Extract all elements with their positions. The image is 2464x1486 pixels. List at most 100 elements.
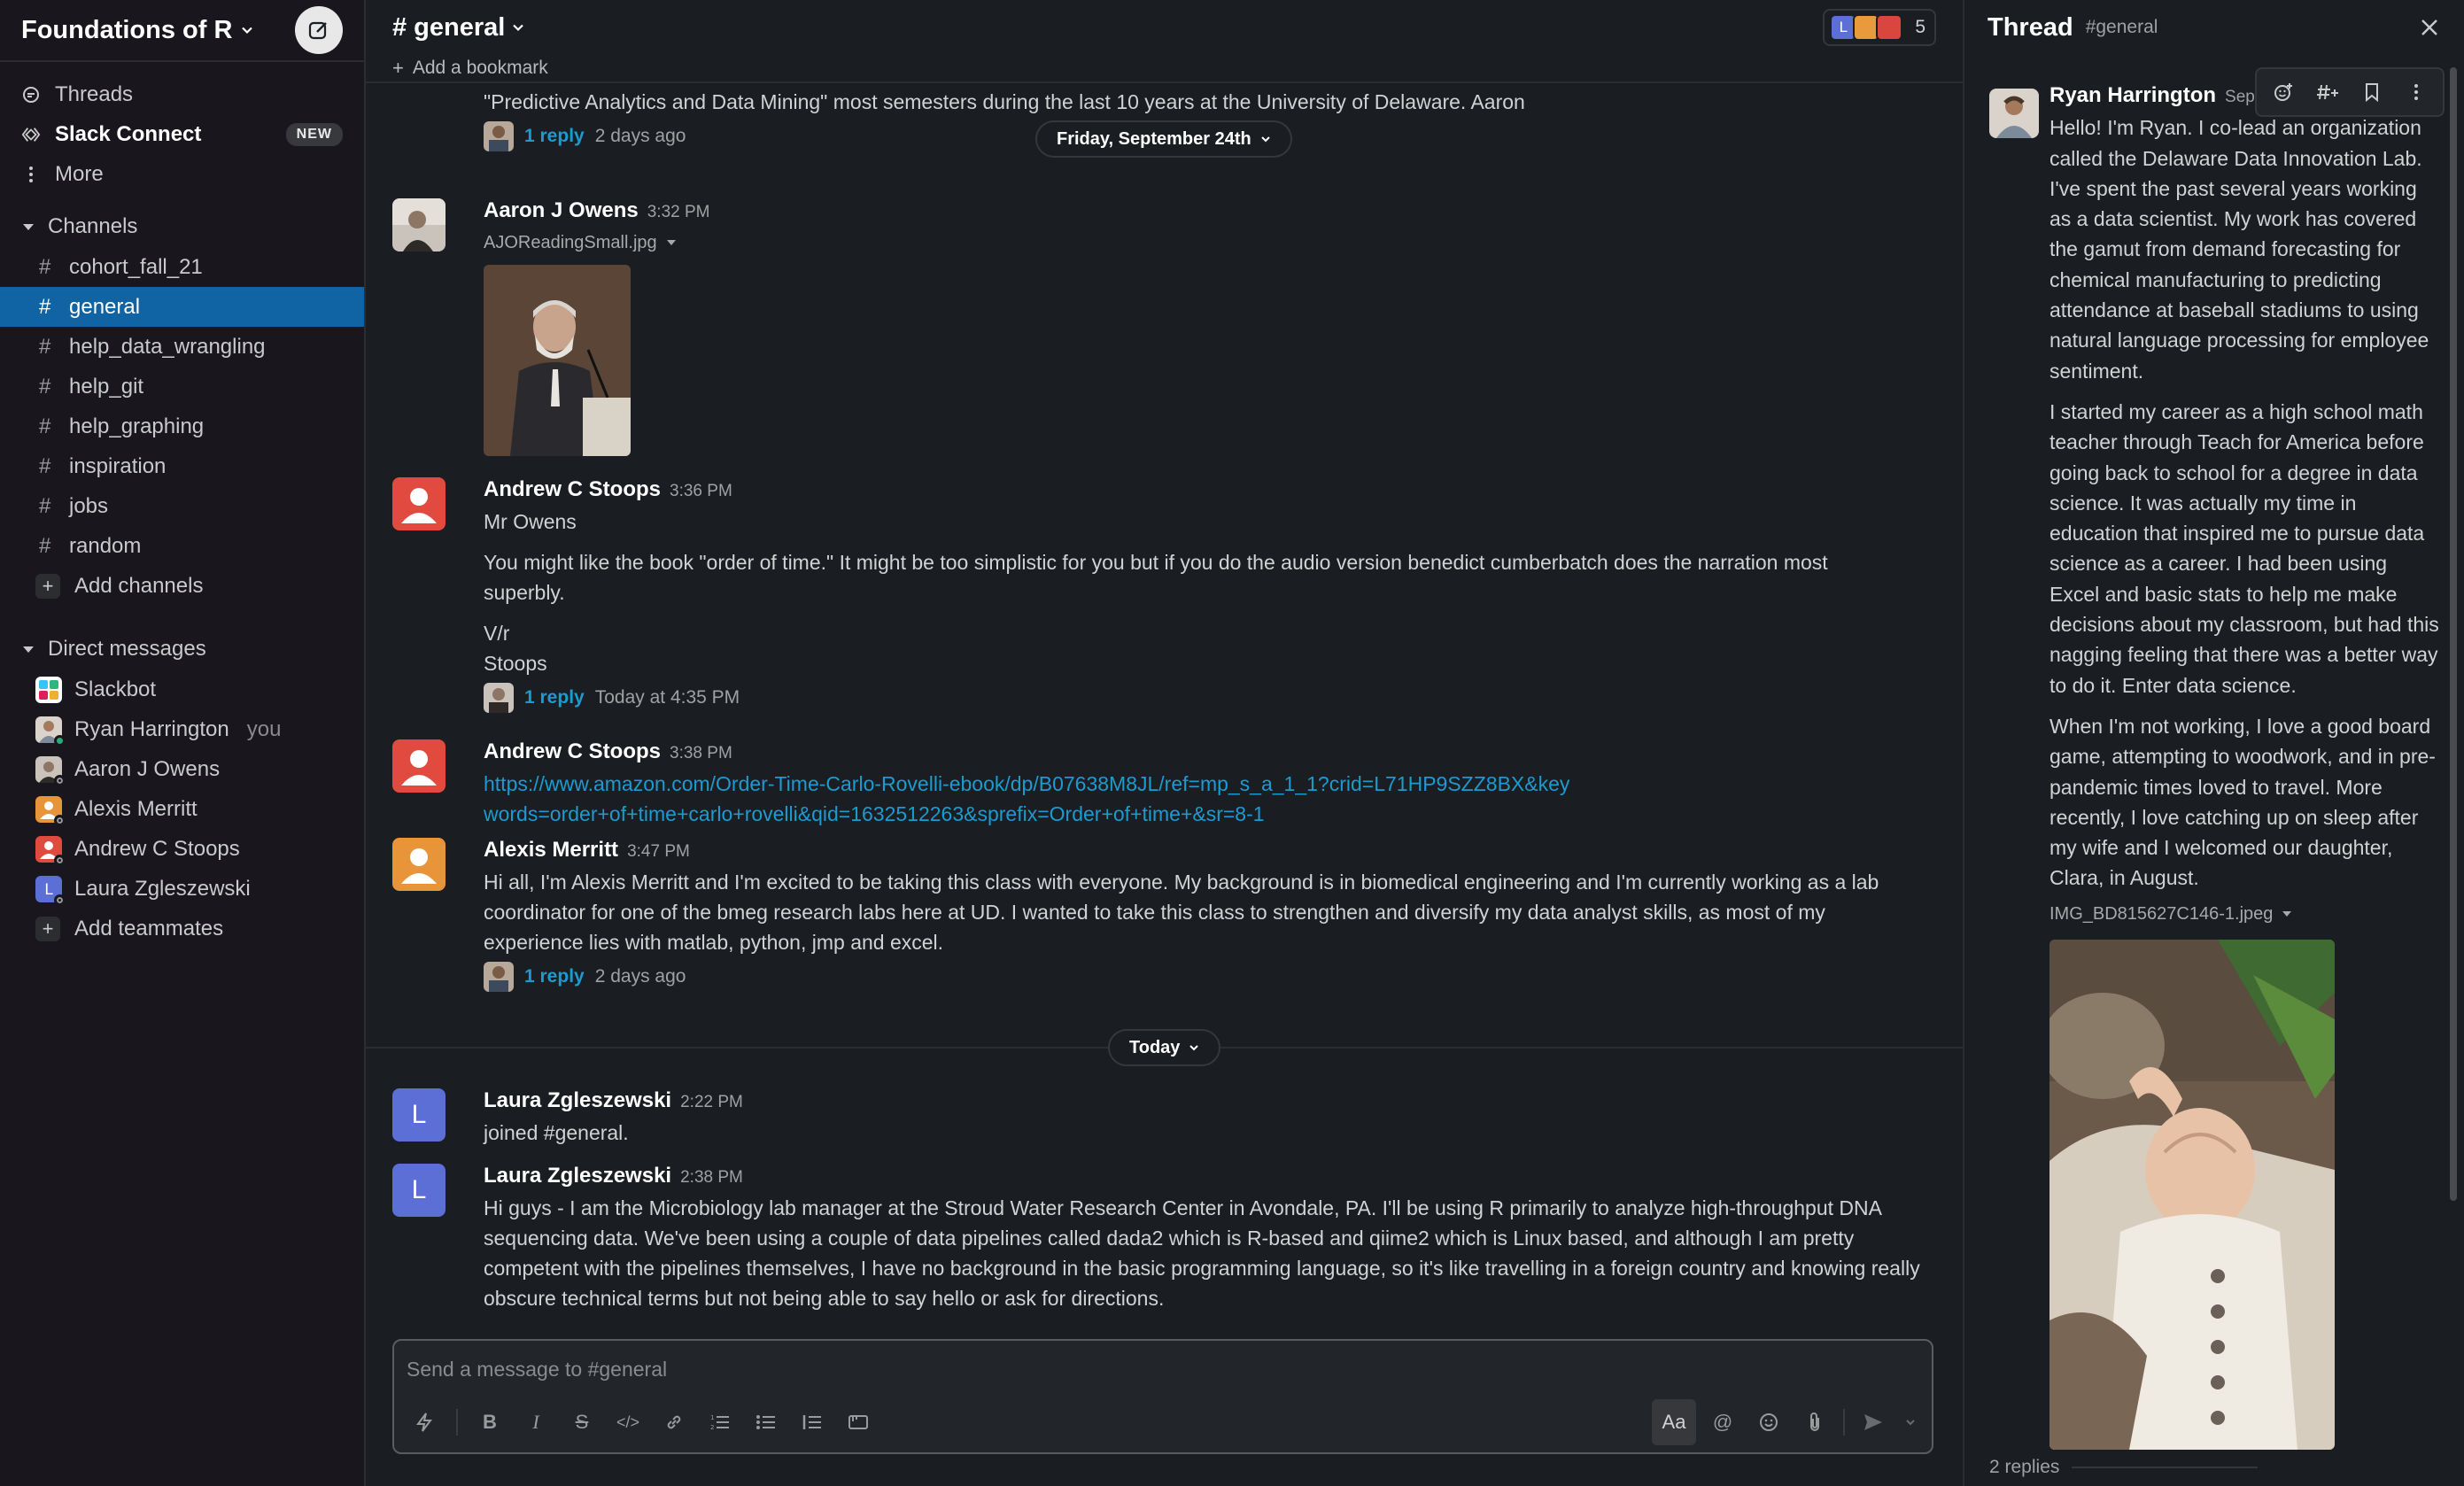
save-item-button[interactable] — [2351, 73, 2393, 112]
ordered-list-button[interactable]: 12 — [701, 1403, 740, 1442]
message-input[interactable] — [407, 1351, 1912, 1387]
reply-count-link[interactable]: 1 reply — [524, 683, 585, 713]
emoji-icon — [1759, 1412, 1778, 1432]
sidebar-channel-help-graphing[interactable]: # help_graphing — [0, 406, 364, 446]
message: Andrew C Stoops 3:38 PM https://www.amazo… — [392, 736, 1933, 829]
sidebar-channel-help-git[interactable]: # help_git — [0, 367, 364, 406]
message-text: Hi guys - I am the Microbiology lab mana… — [484, 1196, 1920, 1310]
message-timestamp[interactable]: 3:32 PM — [647, 203, 710, 221]
bold-button[interactable]: B — [470, 1403, 509, 1442]
bookmark-icon — [2364, 82, 2380, 102]
avatar — [35, 755, 66, 786]
file-attachment-header[interactable]: IMG_BD815627C146-1.jpeg — [2049, 899, 2441, 929]
sidebar-dm-andrew-c-stoops[interactable]: Andrew C Stoops — [0, 829, 364, 869]
strikethrough-button[interactable]: S — [562, 1403, 601, 1442]
mention-button[interactable]: @ — [1703, 1403, 1742, 1442]
message-text: Mr Owens — [484, 510, 577, 533]
send-options-button[interactable] — [1900, 1403, 1921, 1442]
file-attachment-header[interactable]: AJOReadingSmall.jpg — [484, 228, 1933, 258]
caret-down-icon — [666, 238, 677, 247]
message-author[interactable]: Laura Zgleszewski — [484, 1164, 671, 1188]
italic-button[interactable]: I — [516, 1403, 555, 1442]
message-author[interactable]: Ryan Harrington — [2049, 83, 2216, 107]
svg-text:L: L — [44, 881, 53, 899]
shortcuts-button[interactable] — [405, 1403, 444, 1442]
message-timestamp[interactable]: 2:22 PM — [680, 1093, 743, 1111]
attach-button[interactable] — [1795, 1403, 1834, 1442]
thread-channel-link[interactable]: #general — [2086, 17, 2158, 38]
message-author[interactable]: Laura Zgleszewski — [484, 1088, 671, 1112]
message-timestamp[interactable]: 3:36 PM — [670, 482, 732, 500]
sidebar-channel-general[interactable]: # general — [0, 287, 364, 327]
sidebar-channel-jobs[interactable]: # jobs — [0, 486, 364, 526]
bold-icon: B — [483, 1411, 497, 1433]
add-reaction-button[interactable] — [2262, 73, 2305, 112]
workspace-switcher[interactable]: Foundations of R — [21, 16, 253, 45]
add-bookmark-button[interactable]: + Add a bookmark — [392, 57, 548, 80]
reply-count-link[interactable]: 1 reply — [524, 962, 585, 992]
image-attachment[interactable] — [2049, 940, 2335, 1451]
add-teammates-button[interactable]: + Add teammates — [0, 909, 364, 948]
sidebar: Foundations of R Threads Slack Connect N… — [0, 0, 366, 1486]
add-channels-button[interactable]: + Add channels — [0, 566, 364, 606]
message-link[interactable]: https://www.amazon.com/Order-Time-Carlo-… — [484, 769, 1573, 829]
avatar[interactable] — [392, 198, 446, 252]
add-channels-label: Add channels — [74, 573, 204, 598]
message-author[interactable]: Alexis Merritt — [484, 838, 618, 862]
sidebar-dm-slackbot[interactable]: Slackbot — [0, 669, 364, 709]
message-timestamp[interactable]: 3:38 PM — [670, 744, 732, 762]
message-author[interactable]: Aaron J Owens — [484, 198, 639, 222]
blockquote-button[interactable] — [793, 1403, 832, 1442]
thread-replies[interactable]: 1 reply 2 days ago — [484, 961, 1933, 993]
avatar[interactable]: L — [392, 1164, 446, 1217]
code-block-button[interactable] — [839, 1403, 878, 1442]
bulleted-list-button[interactable] — [747, 1403, 786, 1442]
image-attachment[interactable] — [484, 265, 631, 456]
emoji-button[interactable] — [1749, 1403, 1788, 1442]
members-button[interactable]: L 5 — [1823, 9, 1936, 46]
date-jump-today[interactable]: Today — [1108, 1029, 1221, 1066]
plus-icon: + — [35, 573, 60, 599]
more-actions-button[interactable] — [2395, 73, 2437, 112]
link-button[interactable] — [655, 1403, 693, 1442]
send-button[interactable] — [1854, 1403, 1893, 1442]
sidebar-item-more[interactable]: More — [0, 154, 364, 194]
sidebar-channel-inspiration[interactable]: # inspiration — [0, 446, 364, 486]
close-thread-button[interactable] — [2420, 18, 2439, 37]
code-button[interactable]: </> — [608, 1403, 647, 1442]
sidebar-channel-random[interactable]: # random — [0, 526, 364, 566]
formatting-toggle-button[interactable]: Aa — [1652, 1399, 1696, 1445]
thread-replies[interactable]: 1 reply Today at 4:35 PM — [484, 682, 1933, 714]
share-to-channel-button[interactable] — [2306, 73, 2349, 112]
reply-count-link[interactable]: 1 reply — [524, 121, 585, 151]
sidebar-dm-laura-zgleszewski[interactable]: L Laura Zgleszewski — [0, 869, 364, 909]
channel-title-button[interactable]: # general — [392, 13, 524, 43]
message-text: When I'm not working, I love a good boar… — [2049, 714, 2436, 890]
avatar — [35, 716, 66, 747]
send-icon — [1863, 1412, 1884, 1432]
message-timestamp[interactable]: 2:38 PM — [680, 1168, 743, 1187]
sidebar-dm-ryan-harrington[interactable]: Ryan Harrington you — [0, 709, 364, 749]
sidebar-dm-aaron-j-owens[interactable]: Aaron J Owens — [0, 749, 364, 789]
message-timestamp[interactable]: 3:47 PM — [627, 842, 690, 861]
message-author[interactable]: Andrew C Stoops — [484, 477, 661, 501]
sidebar-channel-help-data-wrangling[interactable]: # help_data_wrangling — [0, 327, 364, 367]
sidebar-dm-alexis-merritt[interactable]: Alexis Merritt — [0, 789, 364, 829]
date-jump-friday[interactable]: Friday, September 24th — [1035, 120, 1292, 158]
dms-section-toggle[interactable]: Direct messages — [0, 629, 364, 669]
sidebar-item-threads[interactable]: Threads — [0, 74, 364, 114]
member-count: 5 — [1915, 17, 1925, 37]
sidebar-channel-cohort-fall-21[interactable]: # cohort_fall_21 — [0, 247, 364, 287]
channels-section-toggle[interactable]: Channels — [0, 206, 364, 247]
message-actions-bar — [2255, 67, 2445, 117]
avatar[interactable] — [392, 739, 446, 793]
chevron-down-icon — [1189, 1042, 1199, 1053]
avatar[interactable]: L — [392, 1088, 446, 1142]
sidebar-item-slack-connect[interactable]: Slack Connect NEW — [0, 114, 364, 154]
avatar[interactable] — [1989, 89, 2039, 138]
avatar[interactable] — [392, 477, 446, 530]
message-author[interactable]: Andrew C Stoops — [484, 739, 661, 763]
thread-scrollbar[interactable] — [2450, 67, 2457, 1201]
compose-button[interactable] — [295, 6, 343, 54]
avatar[interactable] — [392, 838, 446, 891]
